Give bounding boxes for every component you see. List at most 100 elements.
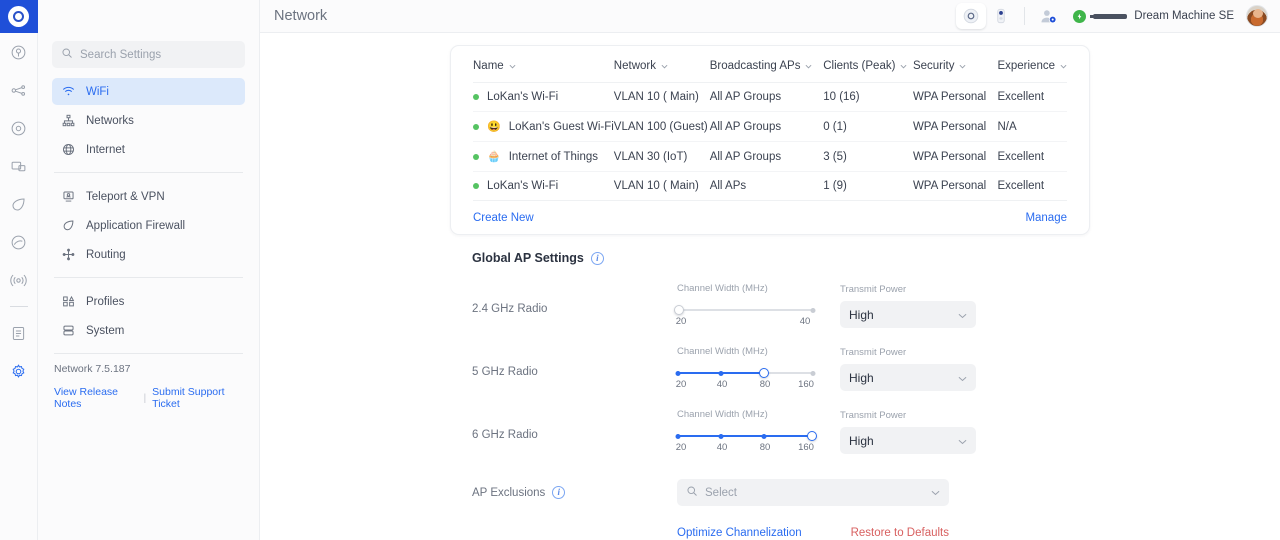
cell-broadcasting-aps: All AP Groups [709,111,824,142]
sidebar-app-innerspace[interactable] [0,185,38,223]
slider-tick [718,433,724,439]
wifi-networks-table: Name Network Broadcasting APs Clients (P… [473,60,1067,201]
manage-button[interactable]: Manage [1025,212,1067,224]
sidebar-item-wifi[interactable]: WiFi [52,78,245,105]
sidebar-app-access[interactable] [0,109,38,147]
slider-tick [810,307,816,313]
optimize-channelization-button[interactable]: Optimize Channelization [677,527,802,539]
sidebar-app-network-topology[interactable] [0,71,38,109]
slider-handle[interactable] [674,305,684,315]
table-row[interactable]: LoKan's Wi-Fi VLAN 10 ( Main) All AP Gro… [473,82,1067,112]
channel-width-slider-5ghz[interactable]: Channel Width (MHz) 20 40 80 160 [675,346,816,391]
sidebar-app-devices[interactable] [0,147,38,185]
globe-icon [61,143,75,157]
slider-tick-label: 80 [759,442,771,453]
global-ap-actions: Optimize Channelization Restore to Defau… [472,527,949,539]
slider-tick [761,433,767,439]
channel-width-slider-24ghz[interactable]: Channel Width (MHz) 20 40 [674,283,816,328]
sidebar-item-routing[interactable]: Routing [52,241,245,268]
sidebar-item-teleport-vpn[interactable]: Teleport & VPN [52,183,245,210]
ap-exclusions-row: AP Exclusions i Select [472,479,1068,506]
sidebar-item-system[interactable]: System [52,317,245,344]
slider-tick [810,370,816,376]
cell-network: VLAN 10 ( Main) [613,82,710,112]
slider-track[interactable] [675,431,817,441]
slider-track[interactable] [675,368,816,378]
transmit-power-select[interactable]: High [840,301,976,328]
column-header-broadcasting-aps[interactable]: Broadcasting APs [709,60,824,83]
cell-broadcasting-aps: All APs [709,171,824,201]
sidebar-divider [54,172,243,173]
teleport-icon [61,190,75,204]
slider-handle[interactable] [759,368,770,378]
column-label: Clients (Peak) [823,60,896,72]
wifi-icon [61,85,75,99]
slider-handle[interactable] [806,431,817,441]
restore-to-defaults-button[interactable]: Restore to Defaults [851,527,949,539]
access-point-device-icon[interactable] [956,3,987,29]
chevron-down-icon [959,60,966,72]
sidebar-app-connect[interactable] [0,261,38,299]
routing-icon [61,248,75,262]
slider-tick-label: 40 [799,316,811,327]
sidebar-item-profiles[interactable]: Profiles [52,288,245,315]
user-settings-icon[interactable] [1033,3,1063,29]
wifi-name: LoKan's Wi-Fi [487,180,559,192]
unifi-logo[interactable] [0,0,38,33]
settings-content: Name Network Broadcasting APs Clients (P… [260,33,1280,540]
user-avatar[interactable] [1246,5,1268,27]
column-header-security[interactable]: Security [912,60,998,83]
create-new-button[interactable]: Create New [473,212,534,224]
sidebar-item-label: System [86,324,125,337]
info-icon[interactable]: i [590,251,604,265]
search-settings-input[interactable]: Search Settings [52,41,245,68]
sidebar-app-protect[interactable] [0,33,38,71]
selected-value: High [849,370,874,385]
ap-exclusions-select[interactable]: Select [677,479,949,506]
sidebar-app-settings[interactable] [0,352,38,390]
sidebar-item-internet[interactable]: Internet [52,136,245,163]
slider-tick-label: 40 [716,442,728,453]
sidebar-item-label: Routing [86,248,126,261]
column-header-experience[interactable]: Experience [997,60,1067,83]
doorbell-device-icon[interactable] [986,3,1016,29]
firewall-shield-icon [61,219,75,233]
sidebar-item-label: Networks [86,114,134,127]
ap-exclusions-placeholder: Select [705,486,737,499]
slider-track[interactable] [674,305,816,315]
section-title-text: Global AP Settings [472,251,584,265]
sidebar-item-application-firewall[interactable]: Application Firewall [52,212,245,239]
ap-exclusions-label: AP Exclusions i [472,486,677,499]
transmit-power-select[interactable]: High [840,427,976,454]
table-row[interactable]: 🧁 Internet of Things VLAN 30 (IoT) All A… [473,141,1067,172]
column-label: Experience [997,60,1055,72]
slider-tick-label: 80 [759,379,771,390]
radio-label: 2.4 GHz Radio [472,303,548,315]
table-row[interactable]: 😃 LoKan's Guest Wi-Fi VLAN 100 (Guest) A… [473,111,1067,142]
sidebar-item-networks[interactable]: Networks [52,107,245,134]
info-icon[interactable]: i [552,486,566,499]
column-header-name[interactable]: Name [473,60,614,83]
transmit-power-select[interactable]: High [840,364,976,391]
console-selector[interactable]: Dream Machine SE [1073,9,1234,23]
sidebar-app-logs[interactable] [0,314,38,352]
view-release-notes-link[interactable]: View Release Notes [54,386,137,410]
table-row[interactable]: LoKan's Wi-Fi VLAN 10 ( Main) All APs 1 … [473,171,1067,201]
column-header-clients-peak[interactable]: Clients (Peak) [823,60,913,83]
channel-width-label: Channel Width (MHz) [677,283,768,294]
submit-support-ticket-link[interactable]: Submit Support Ticket [152,386,243,410]
global-ap-settings-section: Global AP Settings i 2.4 GHz Radio Chann… [450,251,1090,539]
column-label: Network [613,60,656,72]
main-area: Network Dream Machine SE Name Network Br… [260,0,1280,540]
cell-broadcasting-aps: All AP Groups [709,141,824,172]
slider-scale: 20 40 80 160 [676,442,814,454]
sidebar-app-talk[interactable] [0,223,38,261]
channel-width-slider-6ghz[interactable]: Channel Width (MHz) 20 40 80 160 [675,409,817,454]
slider-tick-label: 160 [798,442,814,453]
card-footer: Create New Manage [473,201,1067,224]
slider-scale: 20 40 [676,316,813,328]
column-header-network[interactable]: Network [613,60,710,83]
sidebar-divider [54,353,243,354]
networks-icon [61,114,75,128]
cell-broadcasting-aps: All AP Groups [709,82,824,112]
